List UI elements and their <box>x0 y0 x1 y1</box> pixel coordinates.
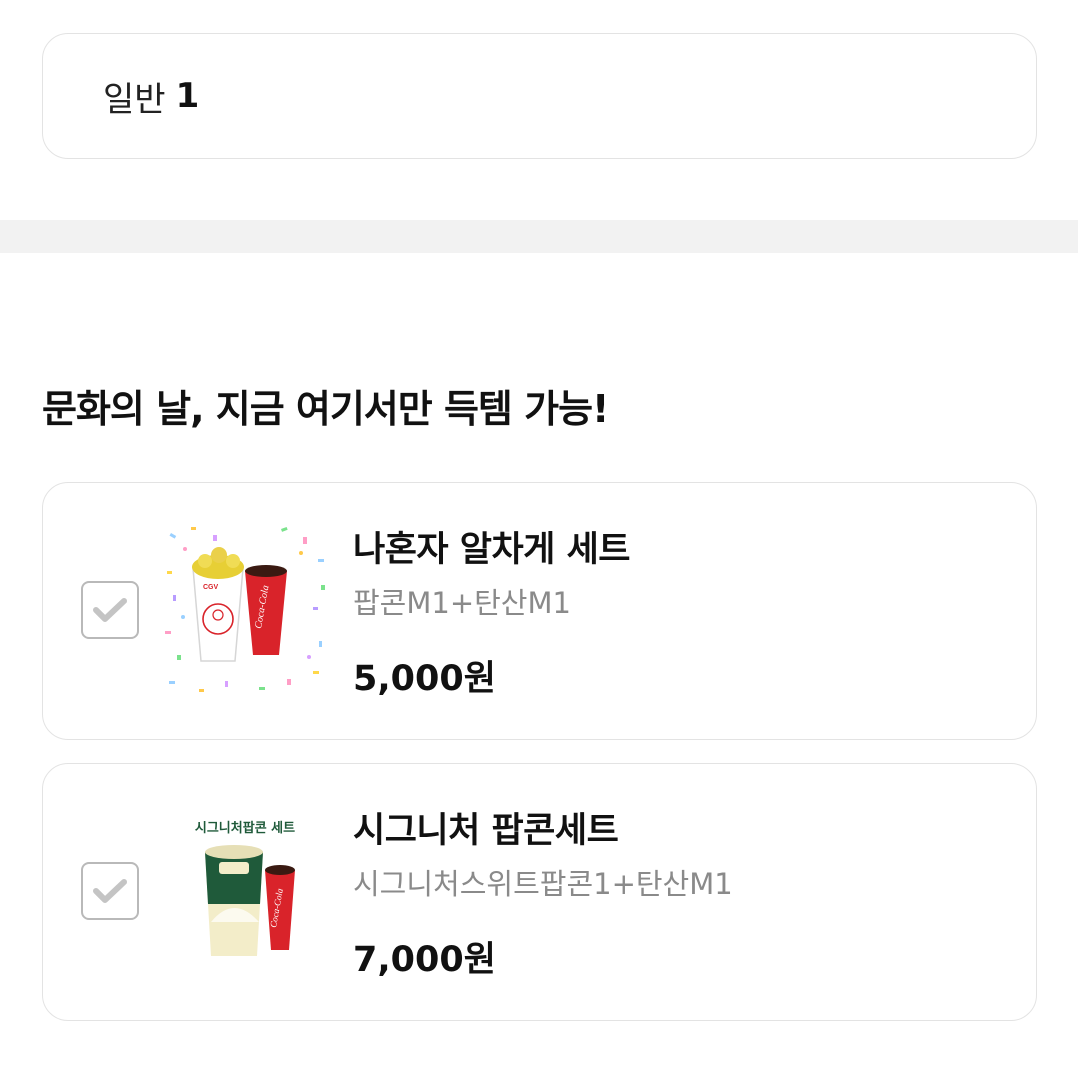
product-name: 나혼자 알차게 세트 <box>353 530 630 570</box>
product-price: 7,000원 <box>353 940 496 980</box>
product-info: 시그니처 팝콘세트 시그니처스위트팝콘1+탄산M1 7,000원 <box>353 802 733 982</box>
ticket-count-box[interactable]: 일반 1 <box>42 33 1037 159</box>
ticket-type-label: 일반 <box>103 79 166 120</box>
signature-set-banner-text: 시그니처팝콘 세트 <box>195 820 295 836</box>
cgv-logo-text: CGV <box>203 584 219 591</box>
product-info: 나혼자 알차게 세트 팝콘M1+탄산M1 5,000원 <box>353 521 630 701</box>
product-checkbox[interactable] <box>81 581 139 639</box>
product-name: 시그니처 팝콘세트 <box>353 811 619 851</box>
product-checkbox[interactable] <box>81 862 139 920</box>
checkmark-icon <box>93 879 127 903</box>
product-description: 팝콘M1+탄산M1 <box>353 586 571 620</box>
product-card[interactable]: 시그니처팝콘 세트 Coca-Cola 시그니처 팝콘세트 시그니처스위트팝콘1… <box>42 763 1037 1021</box>
section-title: 문화의 날, 지금 여기서만 득템 가능! <box>42 387 609 431</box>
product-price: 5,000원 <box>353 659 496 699</box>
popcorn-coke-confetti-image: CGV Coca-Cola <box>165 526 325 692</box>
section-divider <box>0 220 1078 253</box>
ticket-count-value: 1 <box>175 76 200 116</box>
signature-popcorn-set-image: 시그니처팝콘 세트 Coca-Cola <box>195 820 295 956</box>
product-description: 시그니처스위트팝콘1+탄산M1 <box>353 867 733 901</box>
checkmark-icon <box>93 598 127 622</box>
product-card[interactable]: CGV Coca-Cola 나혼자 알차게 세트 팝콘M1+탄산M1 5,000… <box>42 482 1037 740</box>
